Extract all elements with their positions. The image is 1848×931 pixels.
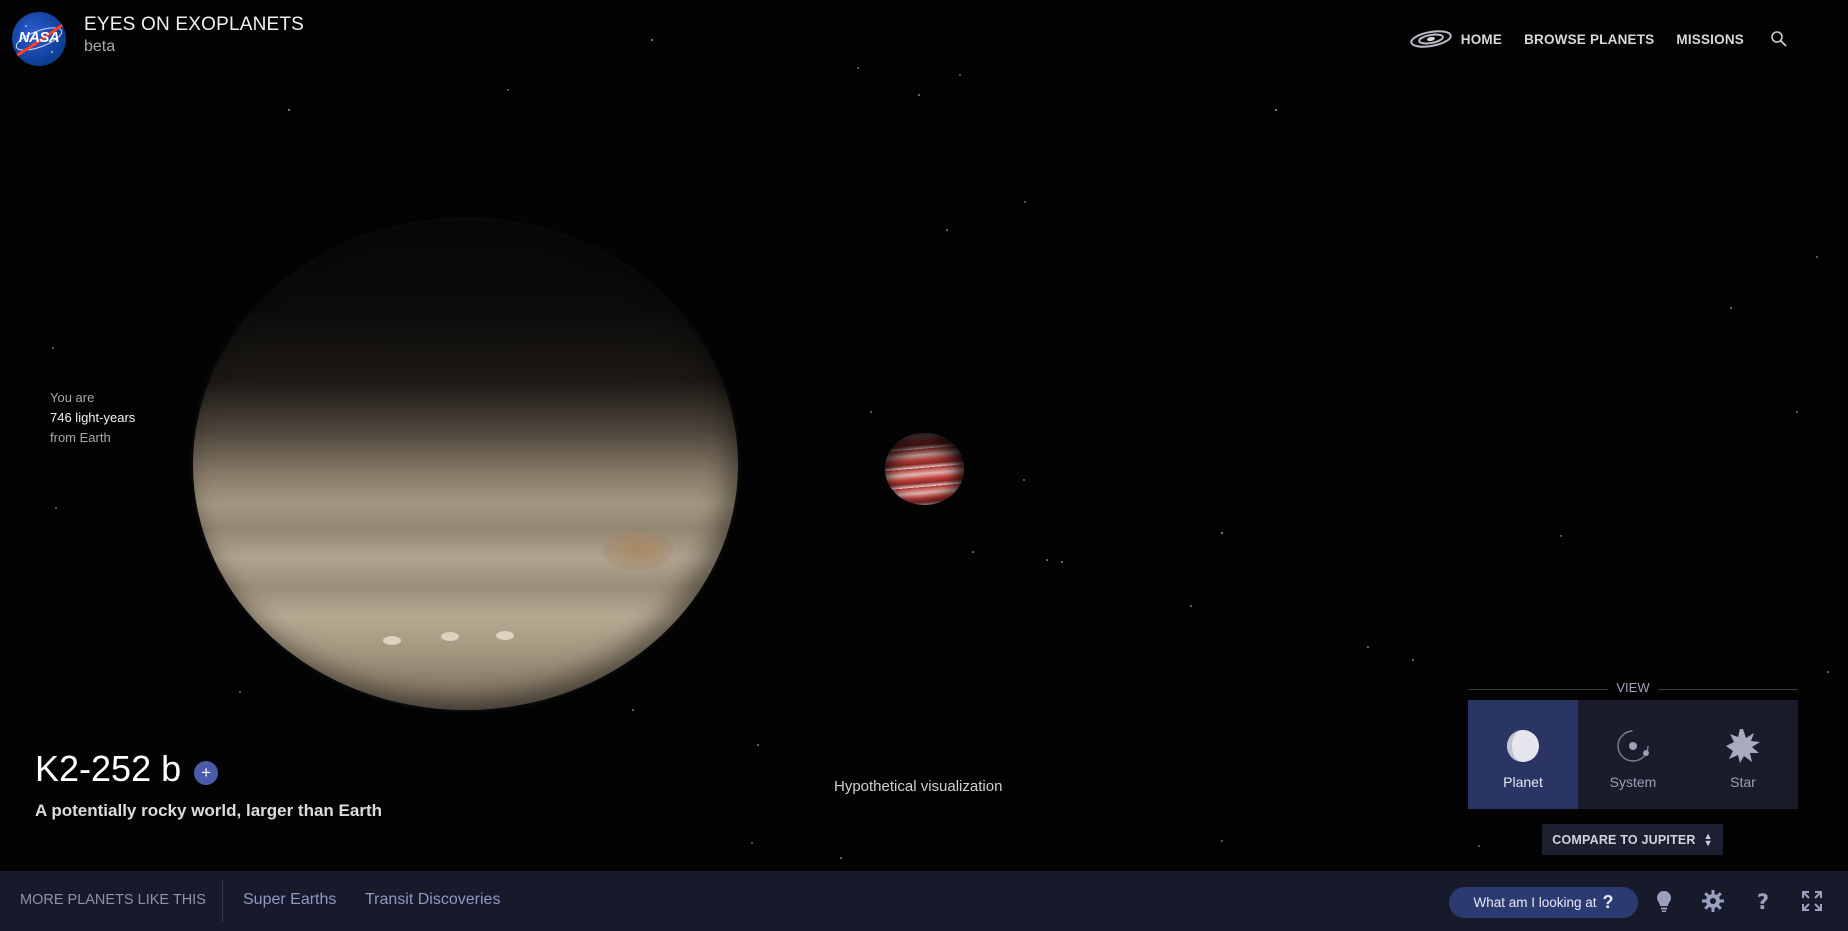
view-label: VIEW (1468, 680, 1798, 696)
top-nav: HOME BROWSE PLANETS MISSIONS (1409, 28, 1788, 50)
view-planet-label: Planet (1503, 774, 1543, 790)
more-planets-label: MORE PLANETS LIKE THIS (20, 892, 206, 908)
compare-to-jupiter-button[interactable]: COMPARE TO JUPITER ▲ ▼ (1542, 824, 1723, 855)
gear-icon[interactable] (1701, 889, 1725, 913)
planet-name: K2-252 b (35, 748, 182, 789)
question-icon: ? (1602, 892, 1614, 912)
galaxy-icon[interactable] (1409, 28, 1453, 50)
svg-text:?: ? (1757, 890, 1769, 913)
app-subtitle: beta (84, 38, 116, 55)
planet-icon (1507, 730, 1539, 762)
view-system-button[interactable]: System (1578, 700, 1688, 809)
what-label: What am I looking at (1473, 895, 1597, 910)
view-system-label: System (1609, 774, 1657, 790)
search-icon[interactable] (1770, 30, 1788, 48)
visualization-note: Hypothetical visualization (834, 778, 1003, 795)
nav-home[interactable]: HOME (1461, 32, 1502, 47)
storm-spot (603, 530, 673, 570)
nasa-logo[interactable]: NASA (12, 12, 66, 66)
storm-oval (383, 636, 401, 645)
tag-super-earths[interactable]: Super Earths (243, 891, 336, 909)
comparison-planet-image (193, 220, 738, 710)
footer-divider (222, 880, 223, 922)
storm-oval (441, 632, 459, 641)
nasa-logo-text: NASA (18, 29, 60, 46)
exoplanet-image[interactable] (885, 433, 964, 505)
view-label-text: VIEW (1608, 680, 1658, 695)
add-planet-button[interactable]: + (194, 761, 219, 785)
help-icon[interactable]: ? (1751, 889, 1775, 913)
tag-transit-discoveries[interactable]: Transit Discoveries (365, 891, 500, 909)
app-title[interactable]: EYES ON EXOPLANETS (84, 14, 304, 36)
system-icon (1617, 730, 1649, 762)
distance-readout: You are 746 light-years from Earth (50, 388, 135, 448)
footer-bar: MORE PLANETS LIKE THIS Super Earths Tran… (0, 871, 1848, 931)
what-am-i-looking-at-button[interactable]: What am I looking at ? (1449, 887, 1638, 918)
view-planet-button[interactable]: Planet (1468, 700, 1578, 809)
star-icon (1726, 729, 1760, 763)
fullscreen-icon[interactable] (1800, 889, 1824, 913)
lightbulb-icon[interactable] (1652, 889, 1676, 913)
view-star-button[interactable]: Star (1688, 700, 1798, 809)
nav-missions[interactable]: MISSIONS (1676, 32, 1744, 47)
distance-prefix: You are (50, 390, 95, 405)
sort-arrows-icon: ▲ ▼ (1703, 830, 1713, 848)
distance-suffix: from Earth (50, 430, 111, 445)
view-star-label: Star (1730, 774, 1756, 790)
storm-oval (496, 631, 514, 640)
nav-browse-planets[interactable]: BROWSE PLANETS (1524, 32, 1654, 47)
compare-label: COMPARE TO JUPITER (1552, 832, 1696, 847)
planet-tagline: A potentially rocky world, larger than E… (35, 801, 382, 820)
distance-value: 746 light-years (50, 410, 136, 425)
planet-title-row: K2-252 b + (35, 748, 219, 790)
view-selector: Planet System Star (1468, 700, 1798, 809)
